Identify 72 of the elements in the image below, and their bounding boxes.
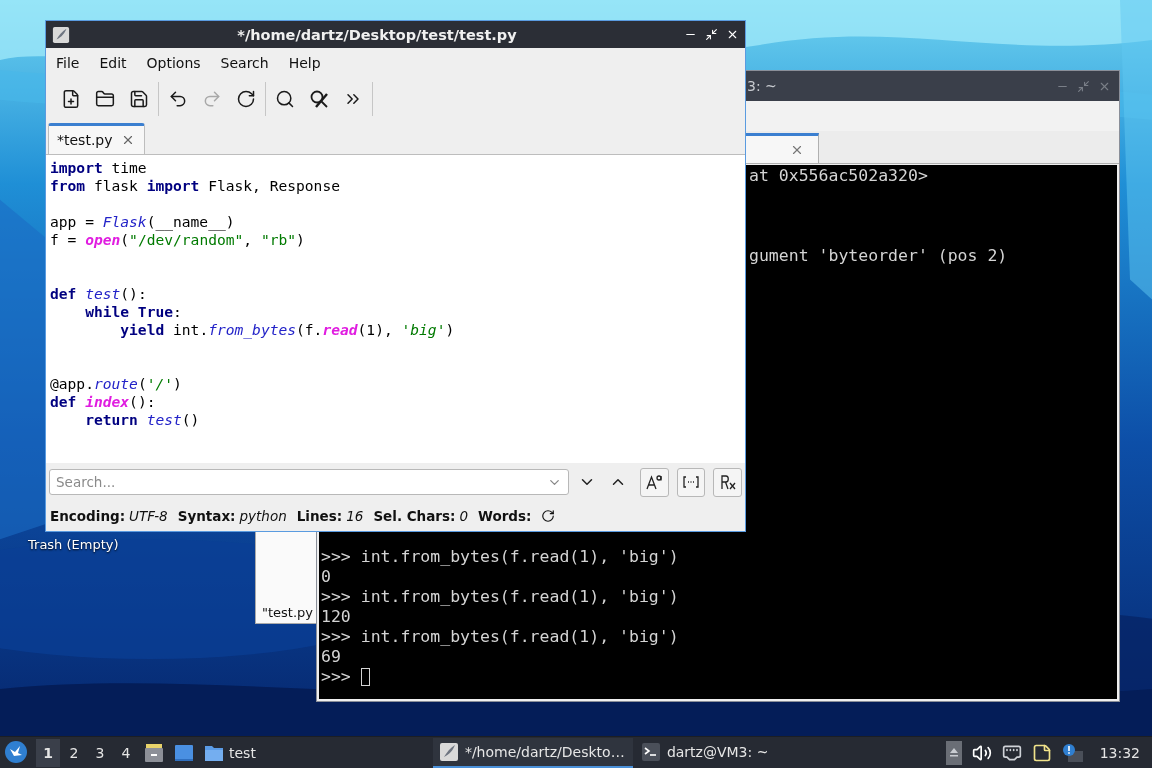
- folder-launcher[interactable]: test: [200, 738, 259, 767]
- terminal-line: 0: [321, 567, 332, 587]
- eject-icon[interactable]: [945, 740, 962, 765]
- task-button[interactable]: */home/dartz/Deskto…: [432, 737, 633, 768]
- code-line: def test():: [50, 285, 148, 303]
- undo-icon: [168, 89, 188, 109]
- bird-logo-icon: [4, 739, 28, 764]
- workspace-button[interactable]: 1: [36, 738, 60, 767]
- file-tab[interactable]: *test.py: [48, 123, 145, 154]
- terminal-line: >>> int.from_bytes(f.read(1), 'big'): [321, 547, 680, 567]
- redo-icon: [202, 89, 222, 109]
- whole-word-button[interactable]: [676, 467, 706, 497]
- bracket-dots-icon: [682, 473, 701, 491]
- code-line: yield int.from_bytes(f.read(1), 'big'): [119, 321, 456, 339]
- terminal-line: 120: [321, 607, 352, 627]
- shrink-arrows-icon[interactable]: [705, 28, 718, 41]
- reload-icon: [236, 89, 256, 109]
- magnifier-pencil-icon: [309, 89, 329, 109]
- task-button[interactable]: dartz@VM3: ~: [634, 737, 835, 768]
- start-button[interactable]: [4, 739, 30, 766]
- menu-item[interactable]: Search: [212, 51, 277, 75]
- code-line: @app.route('/'): [50, 375, 183, 393]
- text-cursor: [360, 668, 370, 686]
- menu-item[interactable]: Edit: [91, 51, 135, 75]
- code-line: import time: [50, 159, 148, 177]
- close-icon[interactable]: [726, 28, 739, 41]
- code-line: def index():: [50, 393, 157, 411]
- code-line: return test(): [84, 411, 201, 429]
- terminal-prompt: >>>: [321, 667, 351, 687]
- notes-icon[interactable]: [1031, 742, 1052, 763]
- status-item: Encoding: UTF-8: [50, 508, 168, 524]
- trash-label[interactable]: Trash (Empty): [28, 537, 119, 552]
- terminal-tab[interactable]: [745, 133, 819, 163]
- menu-item[interactable]: Help: [280, 51, 329, 75]
- workspace-button[interactable]: 2: [62, 738, 86, 767]
- code-line: while True:: [84, 303, 183, 321]
- folder-icon: [95, 89, 115, 109]
- window-title: */home/dartz/Desktop/test/test.py: [236, 26, 518, 43]
- save-icon: [129, 89, 149, 109]
- feather-icon: [438, 741, 459, 762]
- menu-item[interactable]: File: [48, 51, 88, 75]
- notification-icon[interactable]: [1061, 742, 1084, 763]
- volume-icon[interactable]: [971, 742, 992, 763]
- search-icon: [275, 89, 295, 109]
- search-field[interactable]: Search...: [49, 469, 569, 495]
- regex-icon: [718, 473, 737, 491]
- status-item: Sel. Chars: 0: [373, 508, 469, 524]
- terminal-line: 69: [321, 647, 342, 667]
- window-title: 3: ~: [747, 78, 777, 94]
- terminal-line: >>> int.from_bytes(f.read(1), 'big'): [321, 587, 680, 607]
- clock[interactable]: 13:32: [1093, 744, 1148, 761]
- status-item: Words:: [478, 508, 532, 524]
- code-line: from flask import Flask, Response: [50, 177, 341, 195]
- file-name: "test.py: [261, 605, 314, 622]
- status-item: Syntax: python: [177, 508, 287, 524]
- file-cabinet-icon: [143, 741, 165, 764]
- terminal-line: at 0x556ac502a320>: [749, 166, 929, 186]
- refresh-icon[interactable]: [541, 509, 556, 523]
- workspace-button[interactable]: 3: [88, 738, 112, 767]
- terminal-line: >>> int.from_bytes(f.read(1), 'big'): [321, 627, 680, 647]
- regex-button[interactable]: [713, 467, 742, 497]
- new-file-icon: [61, 89, 81, 109]
- feather-icon: [52, 25, 70, 44]
- status-item: Lines: 16: [296, 508, 364, 524]
- code-line: f = open("/dev/random", "rb"): [50, 231, 306, 249]
- match-case-button[interactable]: [640, 467, 669, 497]
- menu-item[interactable]: Options: [138, 51, 209, 75]
- terminal-icon: [640, 741, 661, 762]
- workspace-button[interactable]: 4: [114, 738, 138, 767]
- terminal-line: gument 'byteorder' (pos 2): [749, 246, 1009, 266]
- case-icon: [645, 473, 664, 491]
- code-line: app = Flask(__name__): [50, 213, 236, 231]
